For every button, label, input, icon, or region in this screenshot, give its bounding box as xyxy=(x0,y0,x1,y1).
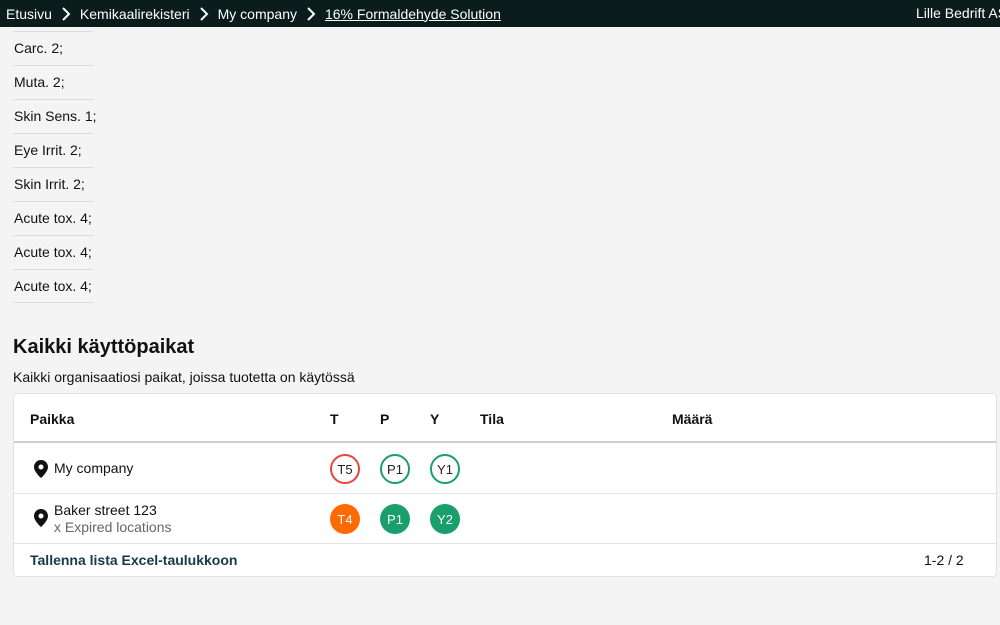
top-bar: Etusivu Kemikaalirekisteri My company 16… xyxy=(0,0,1000,27)
p-badge: P1 xyxy=(380,504,410,534)
chevron-right-icon xyxy=(297,6,325,21)
hazard-class-item: Acute tox. 4; xyxy=(13,235,93,269)
y-badge: Y1 xyxy=(430,454,460,484)
table-row[interactable]: My company T5 P1 Y1 xyxy=(14,444,996,494)
hazard-class-item: Acute tox. 4; xyxy=(13,201,93,235)
table-row[interactable]: Baker street 123 x Expired locations T4 … xyxy=(14,494,996,544)
map-pin-icon xyxy=(34,460,48,478)
chevron-right-icon xyxy=(52,6,80,21)
breadcrumb: Etusivu Kemikaalirekisteri My company 16… xyxy=(0,6,501,22)
column-header-amount[interactable]: Määrä xyxy=(672,411,712,427)
hazard-class-item: Eye Irrit. 2; xyxy=(13,133,93,167)
location-name[interactable]: My company xyxy=(54,460,133,476)
organization-name[interactable]: Lille Bedrift AS xyxy=(916,0,1000,27)
breadcrumb-company[interactable]: My company xyxy=(218,6,297,22)
expired-locations-link[interactable]: x Expired locations xyxy=(54,519,172,535)
export-excel-link[interactable]: Tallenna lista Excel-taulukkoon xyxy=(30,552,237,568)
pagination-info: 1-2 / 2 xyxy=(924,552,964,568)
breadcrumb-product[interactable]: 16% Formaldehyde Solution xyxy=(325,6,501,22)
column-header-y[interactable]: Y xyxy=(430,411,439,427)
section-title: Kaikki käyttöpaikat xyxy=(13,336,195,358)
column-header-place[interactable]: Paikka xyxy=(30,411,74,427)
hazard-class-list: Carc. 2; Muta. 2; Skin Sens. 1; Eye Irri… xyxy=(13,31,97,303)
hazard-class-item: Muta. 2; xyxy=(13,65,93,99)
column-header-p[interactable]: P xyxy=(380,411,389,427)
section-subtitle: Kaikki organisaatiosi paikat, joissa tuo… xyxy=(13,369,355,385)
hazard-class-item: Carc. 2; xyxy=(13,31,93,65)
locations-table: Paikka T P Y Tila Määrä My company T5 P1… xyxy=(13,393,997,577)
t-badge: T5 xyxy=(330,454,360,484)
breadcrumb-chemical-register[interactable]: Kemikaalirekisteri xyxy=(80,6,190,22)
table-header: Paikka T P Y Tila Määrä xyxy=(14,394,996,443)
y-badge: Y2 xyxy=(430,504,460,534)
map-pin-icon xyxy=(34,509,48,527)
hazard-class-item: Acute tox. 4; xyxy=(13,269,93,303)
hazard-class-item: Skin Sens. 1; xyxy=(13,99,97,133)
location-name[interactable]: Baker street 123 xyxy=(54,502,157,518)
t-badge: T4 xyxy=(330,504,360,534)
chevron-right-icon xyxy=(190,6,218,21)
column-header-status[interactable]: Tila xyxy=(480,411,504,427)
breadcrumb-home[interactable]: Etusivu xyxy=(6,6,52,22)
p-badge: P1 xyxy=(380,454,410,484)
column-header-t[interactable]: T xyxy=(330,411,339,427)
hazard-class-item: Skin Irrit. 2; xyxy=(13,167,93,201)
